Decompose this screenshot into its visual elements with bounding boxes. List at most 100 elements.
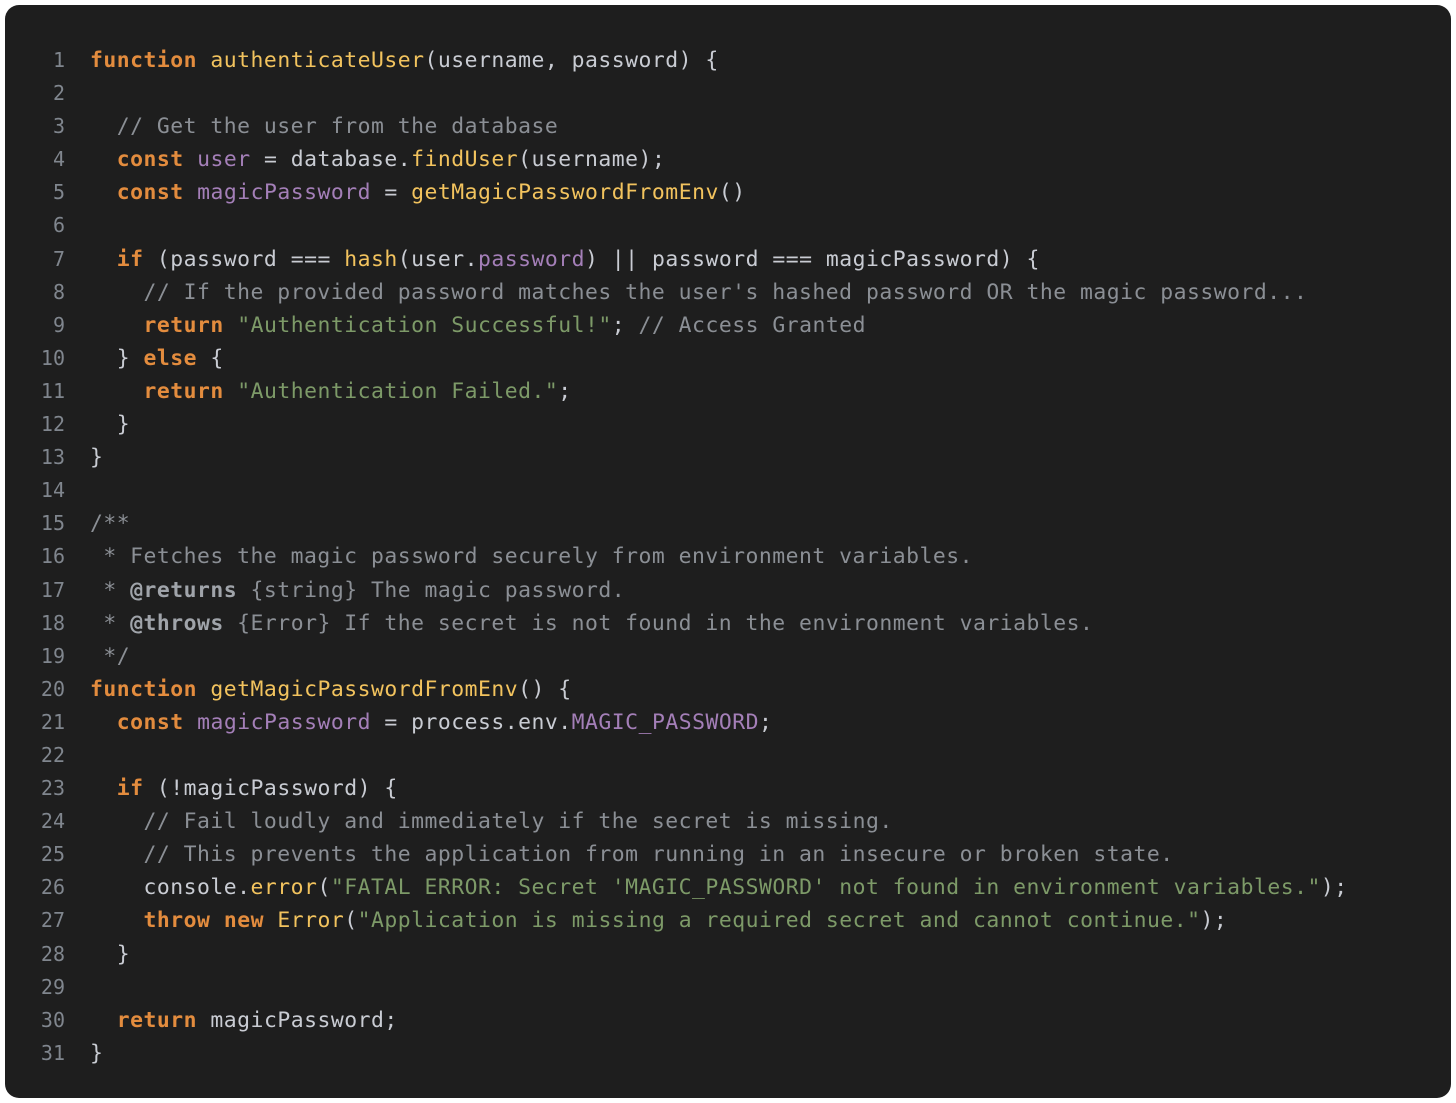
code-line: 6 [5,209,1451,242]
code-token: * Fetches the magic password securely fr… [90,544,973,570]
line-number: 31 [40,1040,65,1065]
code-token: throw [143,908,211,934]
code-token: ; [611,312,639,338]
code-token: password [478,246,586,272]
line-number: 14 [40,478,65,503]
code-token: return [143,378,224,404]
code-line: 8 // If the provided password matches th… [5,276,1451,309]
code-line: 10 } else { [5,342,1451,375]
code-line: 20 function getMagicPasswordFromEnv() { [5,673,1451,706]
line-number: 16 [40,544,65,569]
code-token: () [718,180,746,206]
code-line: 15 /** [5,507,1451,540]
code-token: return [116,1007,198,1033]
code-token: else [143,345,198,371]
line-number: 1 [52,48,65,72]
code-token: function [90,48,198,73]
code-token: (username); [518,147,666,173]
code-content: if (password === hash(user.password) || … [90,243,1040,276]
code-content: } [90,1037,103,1070]
line-number: 2 [52,81,65,106]
code-line: 27 throw new Error("Application is missi… [5,904,1451,937]
code-token: } [90,445,104,471]
code-token: user [197,147,251,173]
line-number: 10 [40,345,65,370]
code-content: function authenticateUser(username, pass… [90,44,719,77]
line-number: 23 [40,776,65,801]
code-token: function [90,676,198,702]
code-content: const magicPassword = process.env.MAGIC_… [90,706,772,739]
code-token: ) || password === magicPassword) { [585,246,1040,272]
code-line: 13} [5,441,1451,474]
code-token: magicPassword; [197,1007,398,1033]
code-content: } [90,441,103,474]
code-token: authenticateUser [210,48,425,73]
code-line: 2 [5,77,1451,110]
code-line: 21 const magicPassword = process.env.MAG… [5,706,1451,739]
code-line: 1 function authenticateUser(username, pas… [5,44,1451,77]
code-token: const [116,180,184,206]
code-line: 11 return "Authentication Failed."; [5,375,1451,408]
code-token: console. [90,875,251,901]
line-number: 4 [52,147,65,172]
code-token: ; [758,709,773,735]
line-number: 18 [40,610,65,635]
code-token: MAGIC_PASSWORD [571,709,759,735]
code-line: 3 // Get the user from the database [5,110,1451,143]
code-line: 5 const magicPassword = getMagicPassword… [5,176,1451,209]
code-content: // Get the user from the database [90,110,558,143]
line-number: 17 [40,577,65,602]
code-line: 4 const user = database.findUser(usernam… [5,143,1451,176]
code-content: return "Authentication Successful!"; // … [90,309,866,342]
line-number: 30 [40,1007,65,1032]
code-token: * [90,577,131,603]
line-number: 20 [40,676,65,701]
code-token: "FATAL ERROR: Secret 'MAGIC_PASSWORD' no… [330,875,1321,901]
code-token: new [223,908,264,934]
code-line: 17 * @returns {string} The magic passwor… [5,574,1451,607]
code-token: ); [1200,908,1228,934]
code-token: // This prevents the application from ru… [143,842,1174,868]
code-token: magicPassword [197,709,371,735]
line-number: 5 [52,180,65,205]
code-token: } [90,941,131,967]
code-editor[interactable]: 1 function authenticateUser(username, pas… [5,5,1451,1098]
code-line: 7 if (password === hash(user.password) |… [5,243,1451,276]
code-token: magicPassword [197,180,371,206]
code-line: 31} [5,1037,1451,1070]
code-content: const magicPassword = getMagicPasswordFr… [90,176,746,209]
code-token: if [116,246,144,272]
code-token: = [370,180,412,206]
code-token: (username, password) { [424,48,719,73]
code-content: } [90,408,130,441]
code-token: (password === [143,246,345,272]
code-token: hash [344,246,398,272]
code-line: 22 [5,739,1451,772]
code-token: getMagicPasswordFromEnv [210,676,519,702]
code-content: * @returns {string} The magic password. [90,574,625,607]
code-token: // Get the user from the database [116,114,559,140]
line-number: 11 [40,378,65,403]
code-line: 14 [5,474,1451,507]
code-token: findUser [411,147,519,173]
code-token: ( [344,908,358,934]
line-number: 12 [40,412,65,437]
code-token: {Error} If the secret is not found in th… [223,610,1094,636]
code-token: // Access Granted [638,312,866,338]
